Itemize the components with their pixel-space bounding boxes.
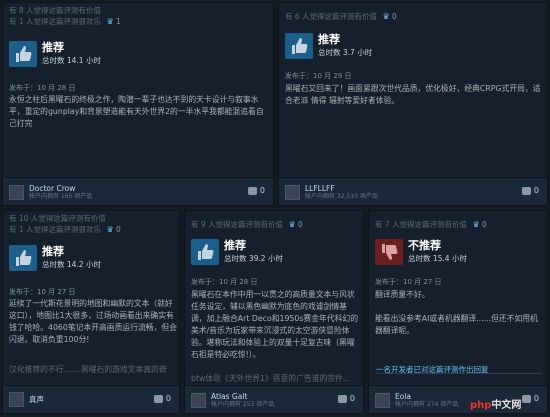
author-name[interactable]: Atlas Galt [211,392,274,401]
verdict-label: 推荐 [318,33,340,46]
thumbs-down-icon [375,239,403,265]
reviews-page: 有 8 人觉得这篇评测有价值 有 1 人觉得这篇评测很欢乐 ♛ 1 推荐 总时数… [0,0,550,417]
avatar[interactable] [375,393,390,408]
posted-date: 发布于：10 月 29 日 [285,72,352,80]
verdict-label: 推荐 [224,239,246,252]
verdict[interactable]: 推荐 总时数 14.2 小时 [9,245,101,271]
author[interactable]: 真声 [9,392,44,407]
avatar[interactable] [191,393,206,408]
comment-button[interactable]: 0 [153,394,171,403]
review-card: 有 8 人觉得这篇评测有价值 有 1 人觉得这篇评测很欢乐 ♛ 1 推荐 总时数… [2,2,274,206]
comment-button[interactable]: 0 [521,186,539,195]
comment-count: 0 [533,394,539,403]
author-products: 帐户内拥有 165 项产品 [29,193,93,200]
comment-icon [521,186,531,195]
comment-icon [153,394,163,403]
comment-button[interactable]: 0 [337,394,355,403]
review-footer: 真声 0 [3,385,179,413]
award-icon[interactable]: ♛ [472,220,479,229]
playtime: 总时数 3.7 小时 [318,48,373,57]
posted-date: 发布于：10 月 28 日 [191,278,258,286]
review-text: 黑曜石在本作中用一以贯之的高质量文本与风状任务设定，辅以黑色幽默为底色的戏谑剑情… [191,290,358,359]
author-name[interactable]: Doctor Crow [29,184,92,193]
verdict-label: 推荐 [42,245,64,258]
comment-button[interactable]: 0 [247,186,265,195]
posted-date: 发布于：10 月 27 日 [9,288,76,296]
comment-count: 0 [165,394,171,403]
verdict-label: 推荐 [42,41,64,54]
comment-count: 0 [533,186,539,195]
thumbs-up-icon [9,41,37,67]
funny-count: 有 1 人觉得这篇评测很欢乐 [9,17,102,26]
review-card: 有 6 人觉得这篇评测有价值 ♛ 0 推荐 总时数 3.7 小时 发布于：10 … [278,2,548,206]
verdict[interactable]: 推荐 总时数 14.1 小时 [9,41,101,67]
award-icon[interactable]: ♛ [106,17,113,26]
verdict[interactable]: 推荐 总时数 3.7 小时 [285,33,372,59]
thumbs-up-icon [9,245,37,271]
comment-count: 0 [259,186,265,195]
award-count: 0 [392,12,397,21]
funny-count: 有 1 人觉得这篇评测很欢乐 [9,225,102,234]
author-name[interactable]: LLFLLFF [305,184,378,193]
review-text: 延续了一代斯花景明的地图和幽默的文本（就好这口），地图比1大很多，过场动画看出来… [9,299,177,344]
review-card: 有 10 人觉得这篇评测有价值 有 1 人觉得这篇评测很欢乐 ♛ 0 推荐 总时… [2,210,180,414]
review-card: 有 9 人觉得这篇评测有价值 ♛ 0 推荐 总时数 39.2 小时 发布于：10… [184,210,364,414]
verdict-label: 不推荐 [408,239,441,252]
playtime: 总时数 14.1 小时 [42,56,101,65]
helpful-count: 有 9 人觉得这篇评测有价值 [191,220,284,229]
watermark-logo: php中文网 [470,400,522,411]
verdict[interactable]: 推荐 总时数 39.2 小时 [191,239,283,265]
author-products: 帐户内拥有 32,510 项产品 [305,193,378,200]
divider [376,373,542,374]
award-count: 0 [116,225,121,234]
review-footer: Doctor Crow 帐户内拥有 165 项产品 0 [3,177,273,205]
award-count: 1 [116,17,121,26]
award-count: 0 [482,220,487,229]
playtime: 总时数 15.4 小时 [408,254,467,263]
review-text: 永恒之柱后黑曜石的终极之作，陶潜一辈子也达不到的天卡设计与叙事水平，重定的gun… [9,95,264,128]
review-text: 黑曜石又回来了！画面紧跟次世代品质，优化极好，经典CRPG式开局，适合老派 情得… [285,84,541,105]
author-name[interactable]: 真声 [29,395,44,404]
playtime: 总时数 39.2 小时 [224,254,283,263]
author[interactable]: Doctor Crow 帐户内拥有 165 项产品 [9,184,92,201]
author-name[interactable]: Eola [395,392,458,401]
comment-icon [521,394,531,403]
posted-date: 发布于：10 月 28 日 [9,84,76,92]
author-products: 帐户内拥有 253 项产品 [211,401,275,408]
author[interactable]: Eola 帐户内拥有 274 项产品 [375,392,458,409]
review-text-faded: 汉化推荐的不行.......黑曜石的游戏文本真的奇 [9,365,167,374]
award-count: 0 [298,220,303,229]
review-footer: LLFLLFF 帐户内拥有 32,510 项产品 0 [279,177,547,205]
thumbs-up-icon [285,33,313,59]
thumbs-up-icon [191,239,219,265]
comment-icon [337,394,347,403]
review-card: 有 7 人觉得这篇评测有价值 ♛ 0 不推荐 总时数 15.4 小时 发布于：1… [368,210,548,414]
review-text-faded: btw体现《天外世界1》恶意的广告谁的宗件... [191,374,351,383]
verdict[interactable]: 不推荐 总时数 15.4 小时 [375,239,467,265]
review-footer: Atlas Galt 帐户内拥有 253 项产品 0 [185,385,363,413]
award-icon[interactable]: ♛ [288,220,295,229]
comment-button[interactable]: 0 [521,394,539,403]
helpful-count: 有 8 人觉得这篇评测有价值 [9,6,102,15]
author[interactable]: LLFLLFF 帐户内拥有 32,510 项产品 [285,184,378,201]
award-icon[interactable]: ♛ [382,12,389,21]
avatar[interactable] [285,185,300,200]
review-text: 翻译质量不好。 能看出没参考AI或者机器翻译......但还不如用机器翻译呢。 [375,290,538,335]
comment-icon [247,186,257,195]
comment-count: 0 [349,394,355,403]
award-icon[interactable]: ♛ [106,225,113,234]
avatar[interactable] [9,392,24,407]
author[interactable]: Atlas Galt 帐户内拥有 253 项产品 [191,392,274,409]
playtime: 总时数 14.2 小时 [42,260,101,269]
avatar[interactable] [9,185,24,200]
posted-date: 发布于：10 月 27 日 [375,278,442,286]
helpful-count: 有 10 人觉得这篇评测有价值 [9,214,106,223]
author-products: 帐户内拥有 274 项产品 [395,401,459,408]
helpful-count: 有 6 人觉得这篇评测有价值 [285,12,378,21]
helpful-count: 有 7 人觉得这篇评测有价值 [375,220,468,229]
